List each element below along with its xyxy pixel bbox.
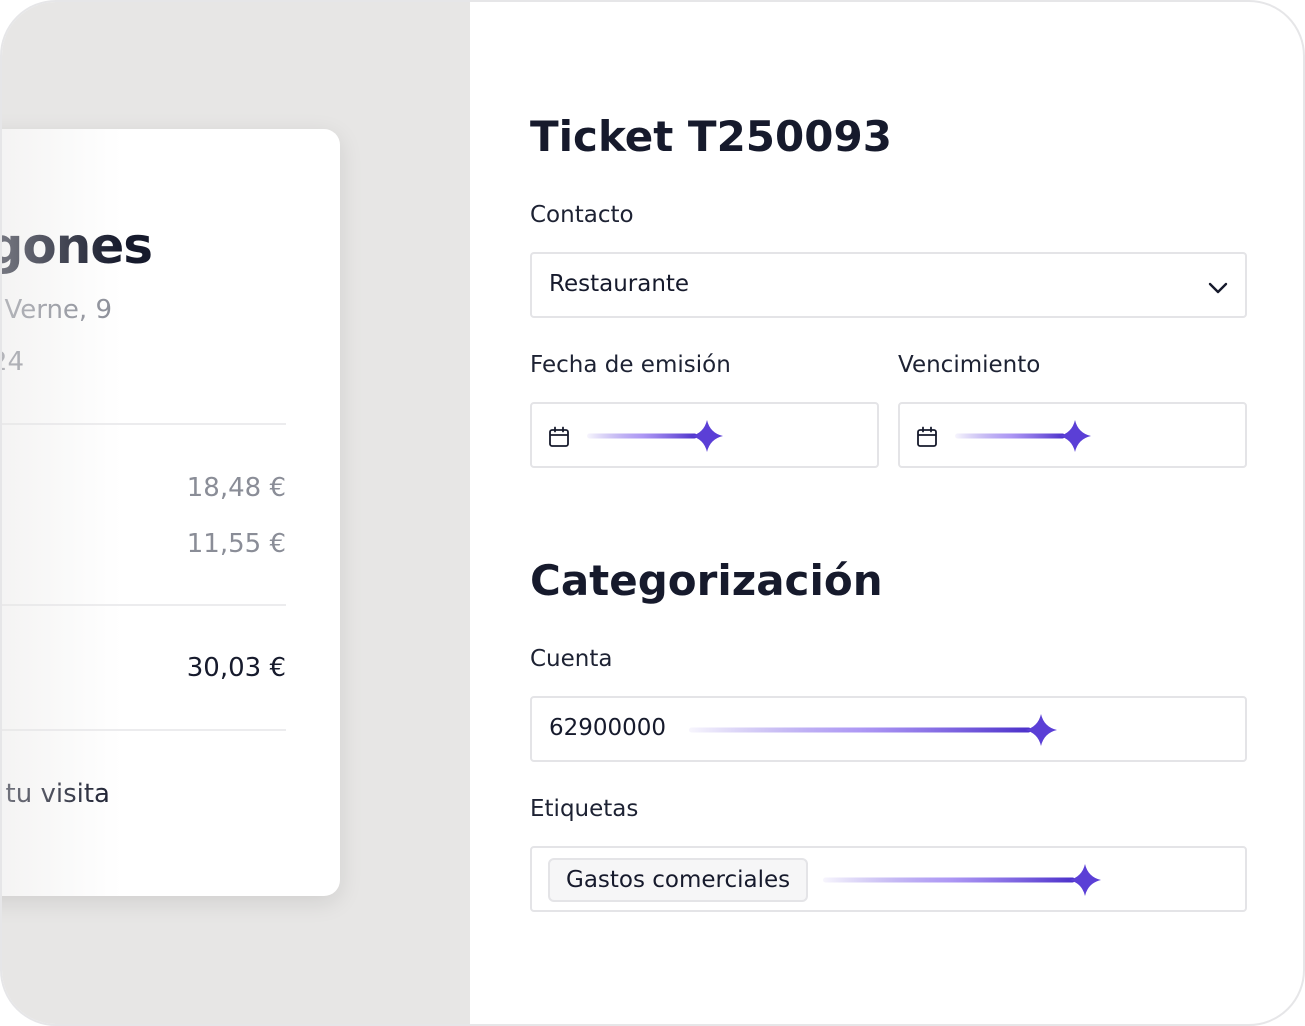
- receipt-thanks: tu visita: [5, 779, 110, 809]
- sparkle-icon: [689, 714, 1057, 746]
- due-date-label: Vencimiento: [898, 352, 1041, 378]
- tags-label: Etiquetas: [530, 796, 639, 822]
- receipt-line-amount: 18,48 €: [186, 473, 286, 503]
- contact-label: Contacto: [530, 202, 634, 228]
- sparkle-icon: [587, 420, 723, 452]
- app-window: gones Verne, 9 24 18,48 € 11,55 € 30,03 …: [0, 0, 1305, 1026]
- chevron-down-icon[interactable]: [1207, 276, 1229, 298]
- receipt-line-amount: 11,55 €: [186, 529, 286, 559]
- receipt-preview-panel: gones Verne, 9 24 18,48 € 11,55 € 30,03 …: [0, 2, 470, 1024]
- issue-date-label: Fecha de emisión: [530, 352, 731, 378]
- tag-chip[interactable]: Gastos comerciales: [548, 858, 809, 902]
- categorization-title: Categorización: [530, 556, 883, 605]
- account-value: 62900000: [549, 715, 667, 741]
- receipt-total: 30,03 €: [186, 653, 286, 683]
- issue-date-field[interactable]: [530, 402, 879, 468]
- calendar-icon[interactable]: [916, 426, 938, 448]
- ticket-title: Ticket T250093: [530, 112, 892, 161]
- receipt-date: 24: [2, 347, 24, 377]
- sparkle-icon: [955, 420, 1091, 452]
- receipt-divider: [2, 423, 286, 425]
- contact-value: Restaurante: [549, 271, 690, 297]
- contact-select[interactable]: Restaurante: [530, 252, 1247, 318]
- account-label: Cuenta: [530, 646, 613, 672]
- receipt-divider: [2, 729, 286, 731]
- receipt-business-name: gones: [0, 217, 153, 275]
- due-date-field[interactable]: [898, 402, 1247, 468]
- calendar-icon[interactable]: [548, 426, 570, 448]
- receipt-address: Verne, 9: [4, 295, 112, 325]
- receipt-divider: [2, 604, 286, 606]
- sparkle-icon: [823, 864, 1101, 896]
- account-field[interactable]: 62900000: [530, 696, 1247, 762]
- receipt-card: gones Verne, 9 24 18,48 € 11,55 € 30,03 …: [0, 129, 340, 896]
- tags-field[interactable]: Gastos comerciales: [530, 846, 1247, 912]
